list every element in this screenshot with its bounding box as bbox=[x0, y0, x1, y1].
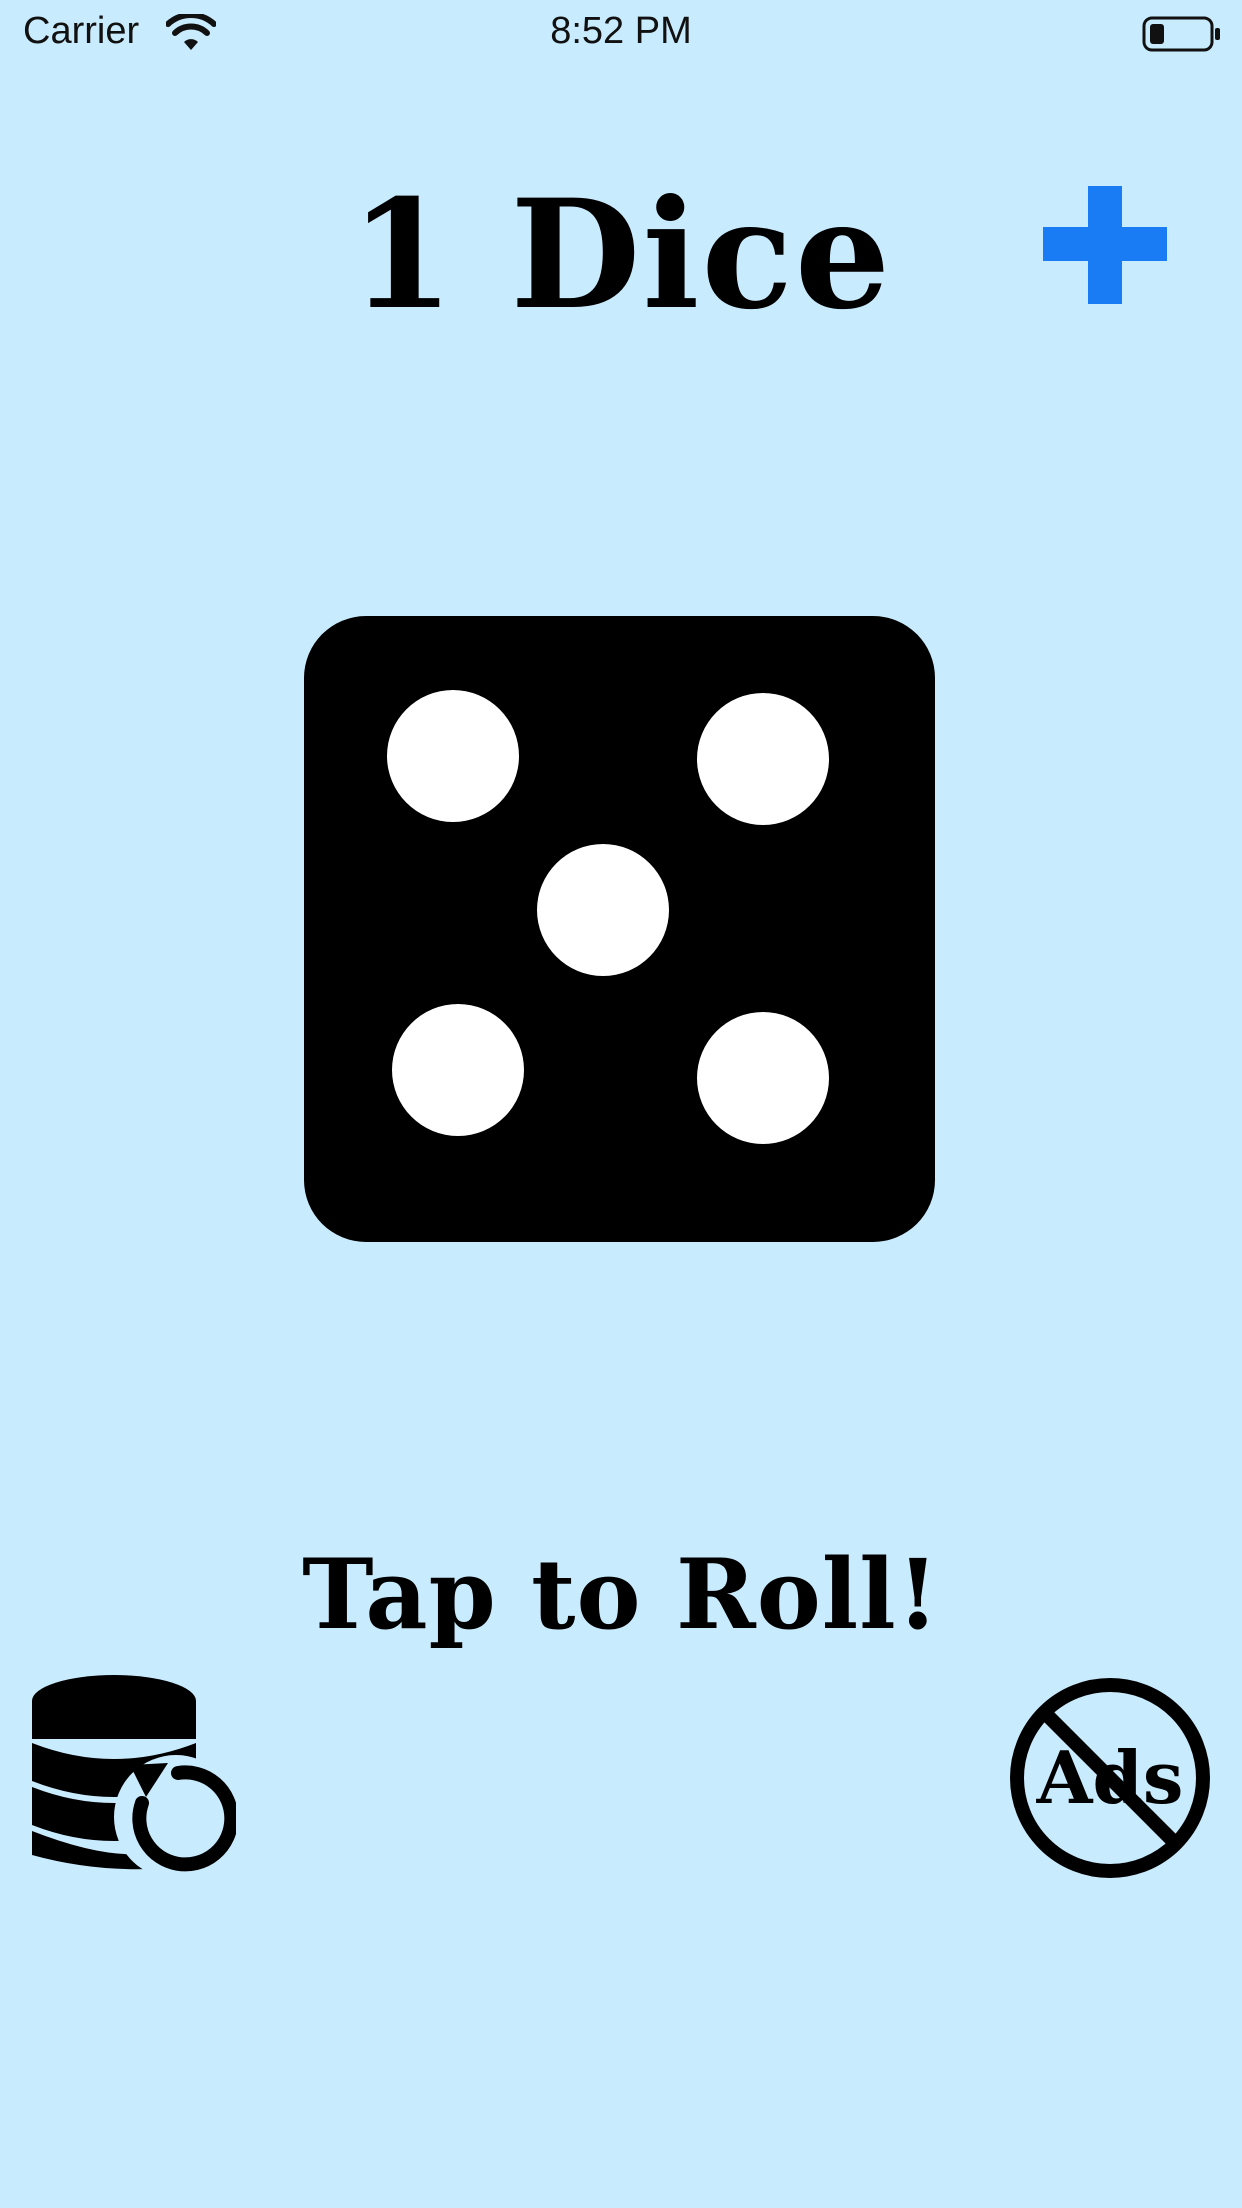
reset-history-button[interactable] bbox=[30, 1675, 239, 1879]
status-bar: Carrier 8:52 PM bbox=[0, 0, 1242, 70]
status-time: 8:52 PM bbox=[550, 10, 692, 52]
dice-pip bbox=[537, 844, 669, 976]
dice-face[interactable] bbox=[304, 616, 935, 1242]
dice-pip bbox=[697, 1012, 829, 1144]
remove-ads-button[interactable]: Ads bbox=[1005, 1673, 1215, 1883]
add-dice-button[interactable] bbox=[1040, 180, 1170, 310]
no-ads-icon: Ads bbox=[1010, 1678, 1210, 1878]
dice-pip bbox=[387, 690, 519, 822]
plus-icon bbox=[1043, 186, 1167, 304]
dice-pip bbox=[697, 693, 829, 825]
battery-icon bbox=[1142, 16, 1220, 52]
database-reset-icon bbox=[32, 1675, 239, 1879]
tap-to-roll-label[interactable]: Tap to Roll! bbox=[0, 1535, 1242, 1655]
dice-pip bbox=[392, 1004, 524, 1136]
